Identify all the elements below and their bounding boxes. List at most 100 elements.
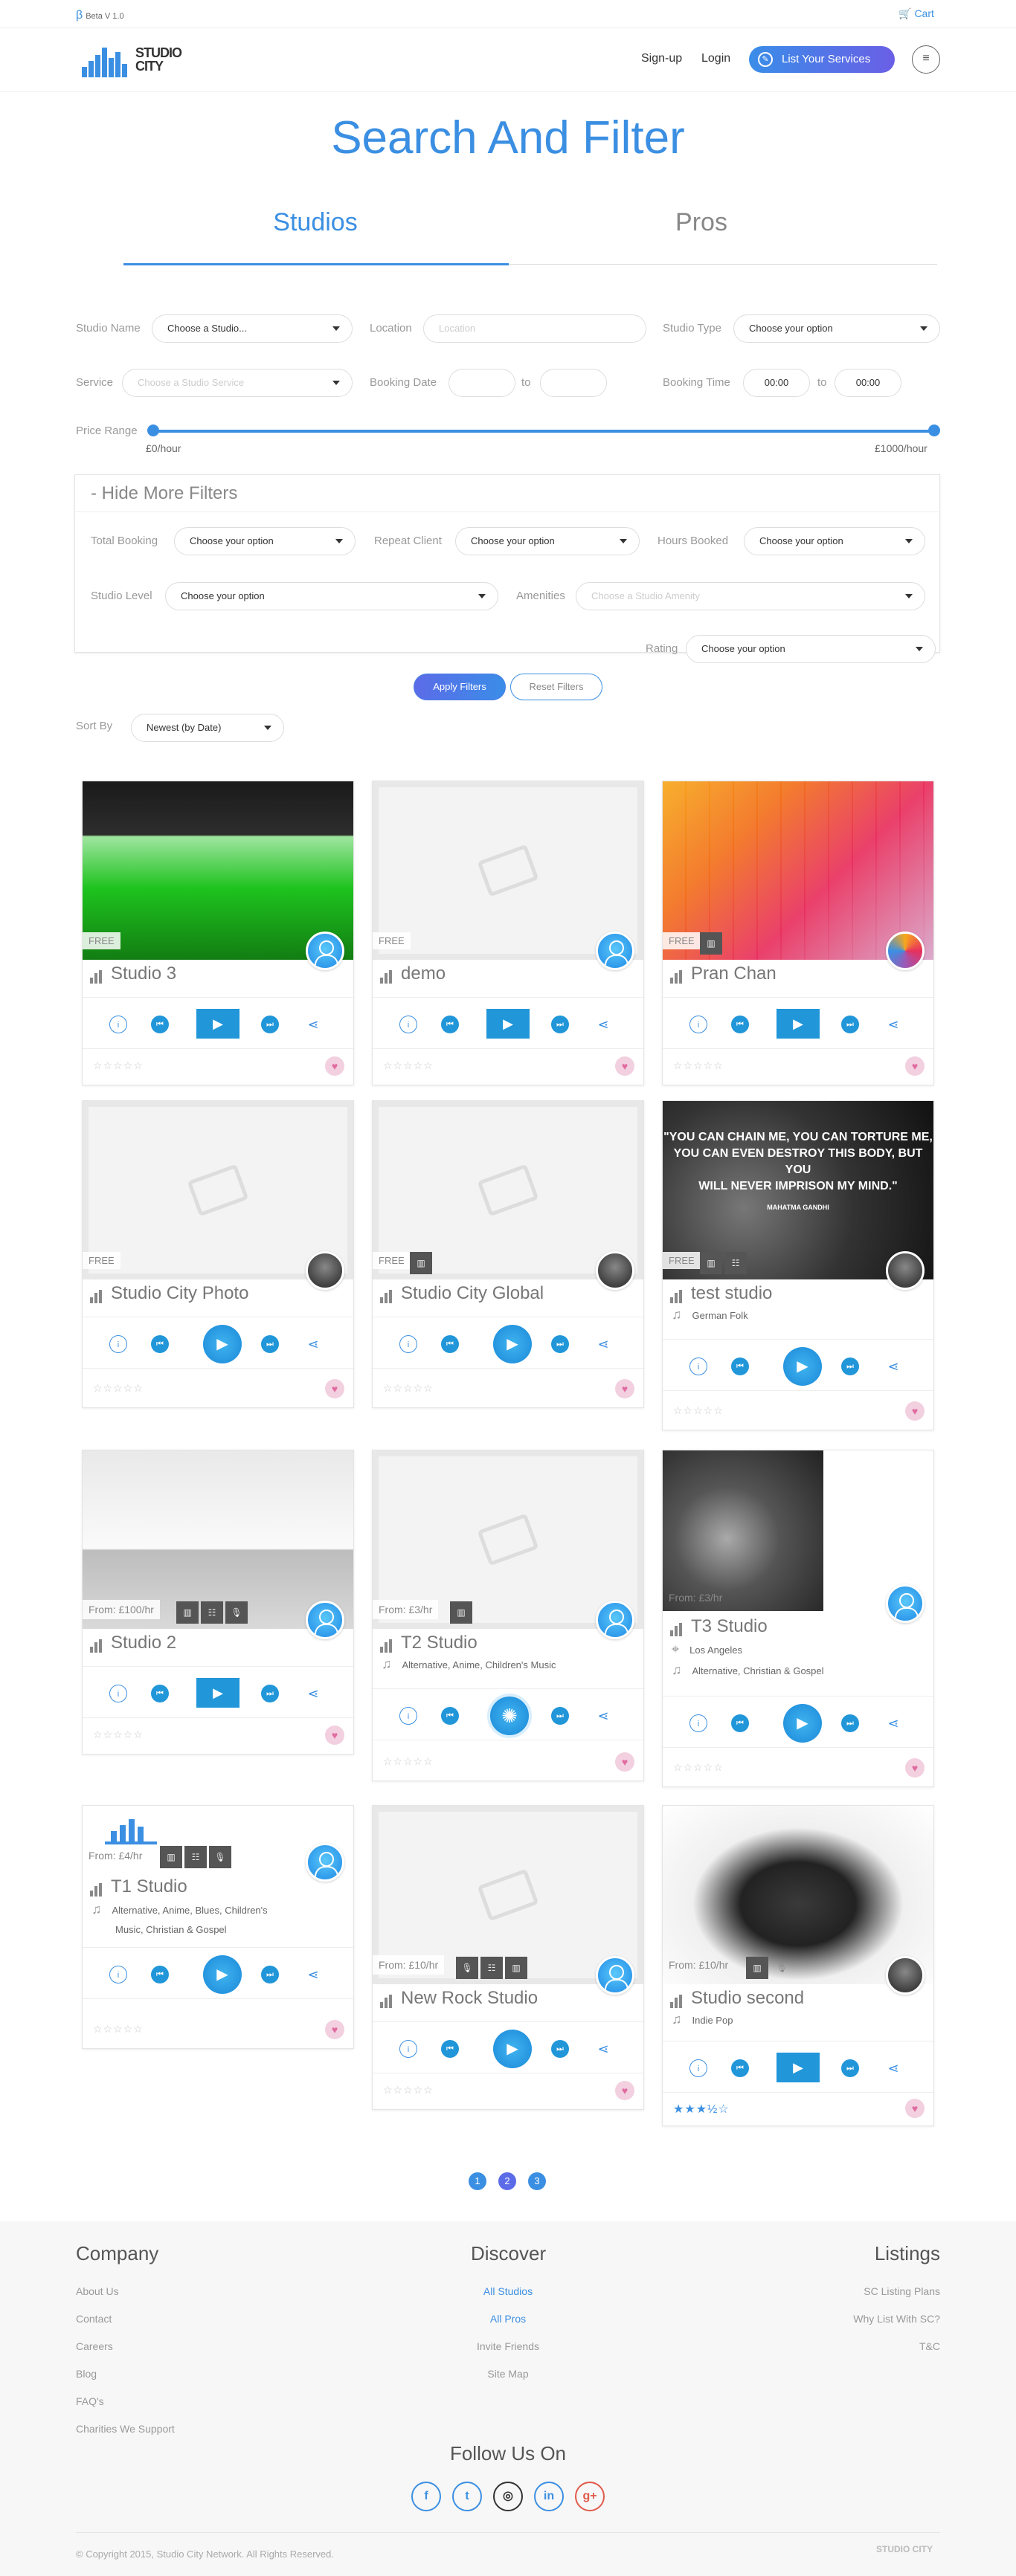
favorite-heart-icon[interactable]: ♥ [325, 1056, 344, 1076]
next-icon[interactable]: ⏭ [261, 1016, 279, 1033]
footer-link[interactable]: SC Listing Plans [864, 2285, 940, 2297]
favorite-heart-icon[interactable]: ♥ [615, 1056, 634, 1076]
favorite-heart-icon[interactable]: ♥ [325, 1726, 344, 1745]
favorite-heart-icon[interactable]: ♥ [615, 1752, 634, 1772]
next-icon[interactable]: ⏭ [551, 2040, 569, 2058]
previous-icon[interactable]: ⏮ [441, 1707, 459, 1725]
owner-avatar[interactable] [886, 932, 925, 970]
info-icon[interactable]: i [109, 1016, 127, 1033]
owner-avatar[interactable] [886, 1956, 925, 1995]
studio-title[interactable]: Studio 2 [90, 1632, 176, 1653]
studio-name-select[interactable]: Choose a Studio... [152, 314, 353, 343]
owner-avatar[interactable] [596, 1956, 634, 1995]
next-icon[interactable]: ⏭ [261, 1966, 279, 1983]
next-icon[interactable]: ⏭ [841, 1358, 859, 1375]
share-icon[interactable]: ⋖ [304, 1016, 322, 1033]
loading-play-button[interactable]: ✺ [487, 1694, 532, 1738]
info-icon[interactable]: i [689, 2059, 707, 2077]
reset-filters-button[interactable]: Reset Filters [510, 674, 602, 700]
location-input[interactable]: Location [423, 314, 646, 343]
owner-avatar[interactable] [886, 1251, 925, 1290]
studio-card[interactable]: From: £10/hr ▥ 🎙 Studio second ♫ Indie Pop… [662, 1805, 934, 2126]
previous-icon[interactable]: ⏮ [151, 1016, 169, 1033]
rating-select[interactable]: Choose your option [686, 635, 936, 663]
share-icon[interactable]: ⋖ [304, 1966, 322, 1983]
login-link[interactable]: Login [701, 52, 730, 65]
next-icon[interactable]: ⏭ [261, 1685, 279, 1702]
owner-avatar[interactable] [886, 1584, 925, 1623]
cart-link[interactable]: 🛒 Cart [898, 7, 937, 20]
info-icon[interactable]: i [399, 1335, 417, 1353]
price-min-handle[interactable] [147, 425, 159, 436]
previous-icon[interactable]: ⏮ [441, 1016, 459, 1033]
share-icon[interactable]: ⋖ [884, 1016, 902, 1033]
play-button[interactable]: ▶ [486, 1009, 530, 1039]
studio-card[interactable]: "YOU CAN CHAIN ME, YOU CAN TORTURE ME, Y… [662, 1100, 934, 1430]
total-booking-select[interactable]: Choose your option [174, 527, 356, 555]
play-button[interactable]: ▶ [783, 1347, 822, 1386]
share-icon[interactable]: ⋖ [594, 1016, 612, 1033]
studio-card[interactable]: FREE demo i ⏮ ▶ ⏭ ⋖ ☆☆☆☆☆ ♥ [372, 781, 644, 1085]
page-1-button[interactable]: 1 [469, 2172, 486, 2190]
page-3-button[interactable]: 3 [528, 2172, 546, 2190]
sort-by-select[interactable]: Newest (by Date) [131, 714, 284, 742]
page-2-button[interactable]: 2 [498, 2172, 516, 2190]
google-plus-icon[interactable]: g+ [575, 2482, 605, 2511]
play-button[interactable]: ▶ [777, 2053, 820, 2082]
previous-icon[interactable]: ⏮ [731, 1358, 749, 1375]
booking-date-from[interactable] [448, 369, 515, 397]
previous-icon[interactable]: ⏮ [441, 2040, 459, 2058]
favorite-heart-icon[interactable]: ♥ [905, 1056, 925, 1076]
play-button[interactable]: ▶ [777, 1009, 820, 1039]
studio-card[interactable]: FREE ▥ Pran Chan i ⏮ ▶ ⏭ ⋖ ☆☆☆☆☆ ♥ [662, 781, 934, 1085]
linkedin-icon[interactable]: in [534, 2482, 564, 2511]
studio-title[interactable]: T3 Studio [670, 1615, 768, 1637]
owner-avatar[interactable] [306, 932, 344, 970]
favorite-heart-icon[interactable]: ♥ [905, 1401, 925, 1421]
booking-time-from[interactable]: 00:00 [743, 369, 810, 397]
footer-link[interactable]: Why List With SC? [853, 2313, 940, 2325]
studio-title[interactable]: Studio City Global [380, 1282, 544, 1304]
studio-title[interactable]: Pran Chan [670, 963, 777, 984]
repeat-client-select[interactable]: Choose your option [455, 527, 640, 555]
next-icon[interactable]: ⏭ [841, 1714, 859, 1732]
next-icon[interactable]: ⏭ [841, 1016, 859, 1033]
studio-card[interactable]: From: £10/hr 🎙 ☷ ▥ New Rock Studio i ⏮ ▶ ⏭ ⋖ ☆… [372, 1805, 644, 2110]
studio-title[interactable]: T1 Studio [90, 1876, 187, 1897]
studio-title[interactable]: test studio [670, 1282, 772, 1304]
play-button[interactable]: ▶ [203, 1325, 242, 1363]
share-icon[interactable]: ⋖ [884, 2059, 902, 2077]
play-button[interactable]: ▶ [196, 1009, 239, 1039]
studio-title[interactable]: T2 Studio [380, 1632, 478, 1653]
price-max-handle[interactable] [928, 425, 940, 436]
next-icon[interactable]: ⏭ [551, 1335, 569, 1353]
studio-card[interactable]: FREE ▥ Studio City Global i ⏮ ▶ ⏭ ⋖ ☆☆☆☆☆ ♥ [372, 1100, 644, 1408]
share-icon[interactable]: ⋖ [884, 1358, 902, 1375]
hamburger-menu-button[interactable]: ≡ [912, 45, 940, 74]
share-icon[interactable]: ⋖ [594, 1335, 612, 1353]
share-icon[interactable]: ⋖ [304, 1685, 322, 1702]
studio-type-select[interactable]: Choose your option [733, 314, 940, 343]
owner-avatar[interactable] [596, 932, 634, 970]
owner-avatar[interactable] [596, 1251, 634, 1290]
footer-link[interactable]: FAQ's [76, 2395, 104, 2407]
previous-icon[interactable]: ⏮ [441, 1335, 459, 1353]
favorite-heart-icon[interactable]: ♥ [325, 1379, 344, 1398]
previous-icon[interactable]: ⏮ [151, 1335, 169, 1353]
share-icon[interactable]: ⋖ [884, 1714, 902, 1732]
previous-icon[interactable]: ⏮ [151, 1685, 169, 1702]
owner-avatar[interactable] [306, 1601, 344, 1639]
play-button[interactable]: ▶ [196, 1678, 239, 1708]
share-icon[interactable]: ⋖ [594, 2040, 612, 2058]
studio-city-logo[interactable]: STUDIO CITY [82, 45, 201, 79]
info-icon[interactable]: i [399, 1707, 417, 1725]
studio-card[interactable]: FREE Studio 3 i ⏮ ▶ ⏭ ⋖ ☆☆☆☆☆ ♥ [82, 781, 354, 1085]
tab-studios[interactable]: Studios [122, 208, 509, 237]
previous-icon[interactable]: ⏮ [151, 1966, 169, 1983]
studio-card[interactable]: From: £100/hr ▥ ☷ 🎙 Studio 2 i ⏮ ▶ ⏭ ⋖ ☆☆☆☆☆ ♥ [82, 1450, 354, 1755]
studio-title[interactable]: Studio 3 [90, 963, 176, 984]
info-icon[interactable]: i [689, 1016, 707, 1033]
play-button[interactable]: ▶ [493, 1325, 532, 1363]
previous-icon[interactable]: ⏮ [731, 2059, 749, 2077]
info-icon[interactable]: i [109, 1335, 127, 1353]
